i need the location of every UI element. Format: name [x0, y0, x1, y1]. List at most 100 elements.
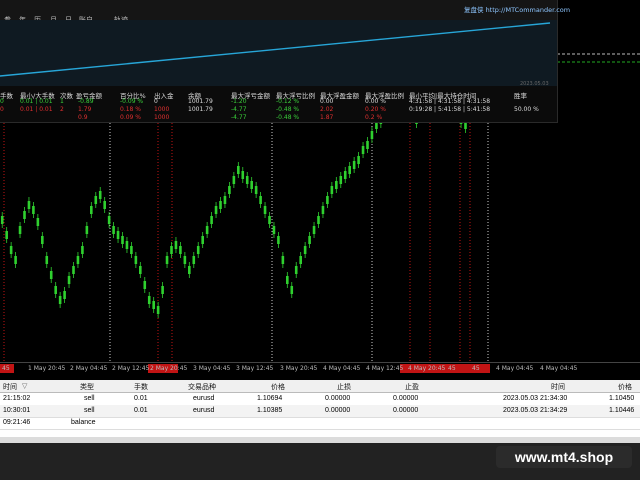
axis-label: 3 May 12:45 — [236, 365, 274, 372]
axis-label: 45 — [448, 365, 456, 372]
candle-body — [263, 206, 267, 214]
th-sl[interactable]: 止损 — [337, 382, 351, 392]
candle-body — [179, 246, 182, 254]
th-close-time[interactable]: 时间 — [551, 382, 565, 392]
panel-header-bar: 参 年 历 月 日 账户 轨迹 复盘侠 http://MTCommander.c… — [0, 0, 570, 24]
stat-r1-count: 1 — [60, 98, 64, 105]
candle-body — [147, 296, 151, 304]
candle-body — [45, 256, 49, 264]
candle-body — [107, 216, 111, 224]
candle-body — [335, 181, 338, 189]
th-symbol[interactable]: 交易品种 — [188, 382, 216, 392]
candle-body — [134, 256, 138, 264]
candle-body — [23, 211, 26, 219]
candle-body — [196, 246, 200, 254]
th-lots[interactable]: 手数 — [134, 382, 148, 392]
candle-body — [98, 191, 102, 199]
stat-r1-maxgainpct: 0.00 % — [365, 98, 386, 105]
cell-type: balance — [71, 419, 96, 426]
candle-body — [312, 226, 316, 234]
candle-body — [245, 176, 249, 184]
th-tp[interactable]: 止盈 — [405, 382, 419, 392]
candle-body — [130, 246, 133, 254]
stat-r3-pnl: 0.9 — [78, 114, 88, 121]
stat-r2-pnl: 1.79 — [78, 106, 92, 113]
axis-label: 45 — [472, 365, 480, 372]
axis-label: 2 May 12:45 — [112, 365, 150, 372]
cell-close-price: 1.10450 — [609, 395, 635, 402]
stat-r1-pnl: -0.89 — [78, 98, 94, 105]
candle-body — [58, 296, 62, 304]
th-type[interactable]: 类型 — [80, 382, 94, 392]
stat-r1-flow: 0 — [154, 98, 158, 105]
candle-body — [32, 206, 35, 214]
equity-line-svg — [0, 22, 551, 77]
vendor-link[interactable]: 复盘侠 http://MTCommander.com — [464, 4, 570, 14]
axis-label: 4 May 04:45 — [540, 365, 578, 372]
candle-body — [281, 256, 285, 264]
candle-body — [232, 176, 236, 184]
candle-body — [9, 246, 13, 254]
cell-price: 1.10694 — [257, 395, 283, 402]
watermark-logo: www.mt4.shop — [496, 446, 632, 468]
candle-body — [250, 181, 253, 189]
th-close-price[interactable]: 价格 — [618, 382, 632, 392]
stat-r2-pct: 0.18 % — [120, 106, 141, 113]
cell-tp: 0.00000 — [393, 407, 419, 414]
candle-body — [317, 216, 320, 224]
candle-body — [223, 196, 227, 204]
cell-symbol: eurusd — [193, 395, 215, 402]
candle-body — [112, 226, 115, 234]
stat-r1-maxgain: 0.00 — [320, 98, 334, 105]
candle-body — [308, 236, 311, 244]
candle-body — [54, 286, 57, 294]
cell-type: sell — [84, 395, 95, 402]
candle-body — [366, 141, 369, 149]
axis-label: 1 May 20:45 — [28, 365, 66, 372]
candle-body — [143, 281, 147, 289]
stat-r1-balance: 1001.79 — [188, 98, 213, 105]
candle-body — [348, 166, 351, 174]
candle-body — [303, 246, 307, 254]
stat-r1-lots: 0 — [0, 98, 4, 105]
candle-body — [219, 201, 222, 209]
candle-body — [237, 166, 240, 174]
sort-desc-icon[interactable]: ▽ — [22, 382, 27, 390]
th-price[interactable]: 价格 — [271, 382, 285, 392]
stat-r2-maxloss: -4.77 — [231, 106, 247, 113]
cell-sl: 0.00000 — [325, 395, 351, 402]
axis-label: 4 May 12:45 — [366, 365, 404, 372]
candle-body — [357, 156, 360, 164]
candle-body — [103, 201, 106, 209]
candle-body — [121, 236, 124, 244]
candle-body — [139, 266, 142, 274]
th-time[interactable]: 时间 — [3, 382, 17, 392]
candle-body — [90, 206, 93, 214]
candle-body — [125, 241, 129, 249]
stat-r3-maxgainpct: 0.2 % — [365, 114, 383, 121]
candle-body — [152, 301, 155, 309]
candle-body — [85, 226, 89, 234]
stat-r2-lots: 0 — [0, 106, 4, 113]
candle-body — [174, 241, 178, 249]
cell-lots: 0.01 — [134, 407, 148, 414]
stat-r2-maxgain: 2.02 — [320, 106, 334, 113]
candle-body — [36, 218, 40, 226]
candle-body — [214, 206, 218, 214]
axis-label: 2 May 04:45 — [70, 365, 108, 372]
axis-label: 2 May 20:45 — [150, 365, 188, 372]
table-row[interactable]: 09:21:46 balance — [0, 417, 640, 430]
stat-r2-hold: 0:19:28 | 5:41:58 | 5:41:58 — [409, 106, 491, 113]
candle-body — [41, 236, 44, 244]
table-header: 时间 ▽ 类型 手数 交易品种 价格 止损 止盈 时间 价格 — [0, 380, 640, 393]
candle-body — [268, 216, 271, 224]
col-winrate: 胜率 — [514, 92, 527, 100]
stat-r1-pct: -0.09 % — [120, 98, 144, 105]
cell-close-time: 2023.05.03 21:34:29 — [503, 407, 568, 414]
time-axis: 45 1 May 20:45 2 May 04:45 2 May 12:45 2… — [0, 362, 640, 375]
candle-body — [254, 186, 258, 194]
cell-price: 1.10385 — [257, 407, 283, 414]
candle-body — [272, 226, 276, 234]
equity-line — [0, 22, 551, 77]
candle-body — [321, 206, 325, 214]
